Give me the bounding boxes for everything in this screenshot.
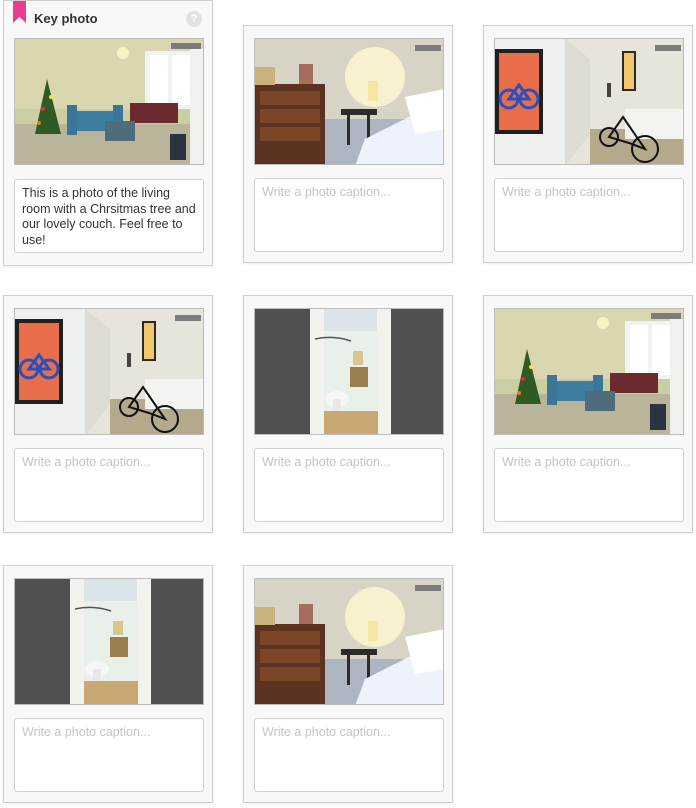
photo-thumbnail[interactable] xyxy=(494,38,684,165)
caption-field[interactable]: Write a photo caption... xyxy=(494,178,684,252)
photo-thumbnail[interactable] xyxy=(14,308,204,435)
caption-field[interactable]: Write a photo caption... xyxy=(254,448,444,522)
photo-card-5: Write a photo caption... xyxy=(243,295,453,533)
key-photo-header: Key photo ? xyxy=(4,1,212,33)
caption-field[interactable]: Write a photo caption... xyxy=(14,718,204,792)
photo-card-1: Key photo ? This is a photo of the livin… xyxy=(3,0,213,266)
photo-thumbnail[interactable] xyxy=(14,578,204,705)
caption-field[interactable]: Write a photo caption... xyxy=(254,178,444,252)
photo-card-7: Write a photo caption... xyxy=(3,565,213,803)
photo-thumbnail[interactable] xyxy=(494,308,684,435)
photo-card-3: Write a photo caption... xyxy=(483,25,693,263)
caption-field[interactable]: This is a photo of the living room with … xyxy=(14,179,204,253)
photo-card-8: Write a photo caption... xyxy=(243,565,453,803)
caption-field[interactable]: Write a photo caption... xyxy=(254,718,444,792)
photo-thumbnail[interactable] xyxy=(254,578,444,705)
photo-thumbnail[interactable] xyxy=(254,308,444,435)
help-icon[interactable]: ? xyxy=(186,11,202,27)
photo-card-2: Write a photo caption... xyxy=(243,25,453,263)
bookmark-icon xyxy=(13,1,26,23)
photo-thumbnail[interactable] xyxy=(14,38,204,165)
photo-card-6: Write a photo caption... xyxy=(483,295,693,533)
caption-field[interactable]: Write a photo caption... xyxy=(14,448,204,522)
photo-card-4: Write a photo caption... xyxy=(3,295,213,533)
caption-field[interactable]: Write a photo caption... xyxy=(494,448,684,522)
photo-thumbnail[interactable] xyxy=(254,38,444,165)
key-photo-label: Key photo xyxy=(34,11,98,26)
